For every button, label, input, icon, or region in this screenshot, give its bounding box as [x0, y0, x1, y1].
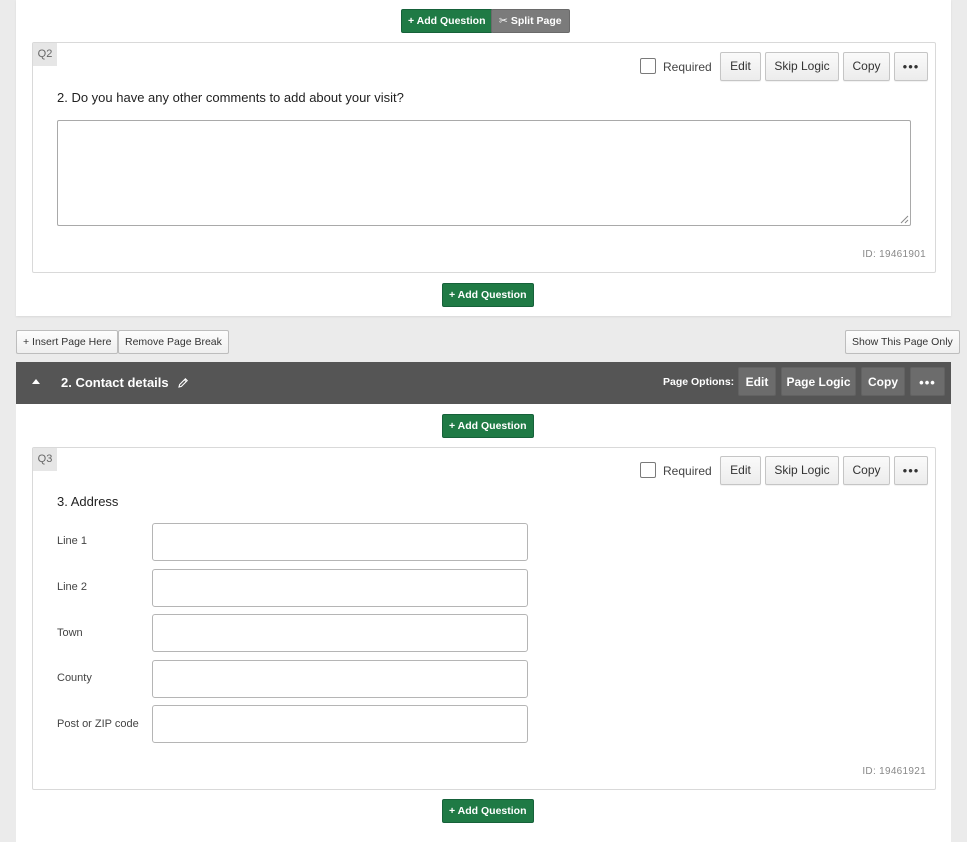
- address-postcode-label: Post or ZIP code: [57, 718, 139, 730]
- more-options-button[interactable]: •••: [894, 52, 928, 81]
- question-id: ID: 19461921: [862, 766, 926, 777]
- copy-question-button[interactable]: Copy: [843, 456, 890, 485]
- question-id: ID: 19461901: [862, 249, 926, 260]
- add-question-button[interactable]: + Add Question: [401, 9, 493, 33]
- ellipsis-icon: •••: [902, 59, 920, 74]
- ellipsis-icon: •••: [919, 375, 936, 390]
- address-line1-input[interactable]: [152, 523, 528, 561]
- add-question-button-page2-bottom[interactable]: + Add Question: [442, 799, 534, 823]
- page-header-bar: 2. Contact details Page Options: Edit Pa…: [16, 362, 951, 404]
- comments-textarea[interactable]: [57, 120, 911, 226]
- address-county-input[interactable]: [152, 660, 528, 698]
- page-options-label: Page Options:: [663, 376, 735, 388]
- show-this-page-only-button[interactable]: Show This Page Only: [845, 330, 960, 354]
- skip-logic-button[interactable]: Skip Logic: [765, 456, 839, 485]
- insert-page-here-button[interactable]: + Insert Page Here: [16, 330, 119, 354]
- add-question-button-bottom[interactable]: + Add Question: [442, 283, 534, 307]
- skip-logic-button[interactable]: Skip Logic: [765, 52, 839, 81]
- more-options-button[interactable]: •••: [894, 456, 928, 485]
- ellipsis-icon: •••: [902, 463, 920, 478]
- page-copy-button[interactable]: Copy: [861, 367, 905, 396]
- survey-page-1: + Add Question ✂ Split Page Q2 Required E…: [16, 0, 951, 316]
- address-line2-label: Line 2: [57, 581, 87, 593]
- question-number-badge: Q3: [33, 448, 57, 471]
- scissors-icon: ✂: [499, 15, 508, 27]
- question-title: 3. Address: [57, 494, 119, 509]
- question-card-q2: Q2 Required Edit Skip Logic Copy ••• 2. …: [32, 42, 936, 273]
- address-town-input[interactable]: [152, 614, 528, 652]
- copy-question-button[interactable]: Copy: [843, 52, 890, 81]
- resize-handle-icon[interactable]: [900, 215, 909, 224]
- page-logic-button[interactable]: Page Logic: [781, 367, 856, 396]
- page-title: 2. Contact details: [61, 375, 169, 390]
- required-checkbox[interactable]: [640, 462, 656, 478]
- required-label: Required: [663, 60, 712, 74]
- address-county-label: County: [57, 672, 92, 684]
- edit-question-button[interactable]: Edit: [720, 52, 761, 81]
- required-checkbox[interactable]: [640, 58, 656, 74]
- split-page-button[interactable]: ✂ Split Page: [491, 9, 570, 33]
- remove-page-break-button[interactable]: Remove Page Break: [118, 330, 229, 354]
- page-more-options-button[interactable]: •••: [910, 367, 945, 396]
- address-line1-label: Line 1: [57, 535, 87, 547]
- page-edit-button[interactable]: Edit: [738, 367, 776, 396]
- question-number-badge: Q2: [33, 43, 57, 66]
- edit-question-button[interactable]: Edit: [720, 456, 761, 485]
- pencil-icon[interactable]: [177, 377, 189, 389]
- address-line2-input[interactable]: [152, 569, 528, 607]
- add-question-button-page2-top[interactable]: + Add Question: [442, 414, 534, 438]
- question-card-q3: Q3 Required Edit Skip Logic Copy ••• 3. …: [32, 447, 936, 790]
- address-town-label: Town: [57, 627, 83, 639]
- required-label: Required: [663, 464, 712, 478]
- question-title: 2. Do you have any other comments to add…: [57, 90, 404, 105]
- caret-up-icon[interactable]: [32, 379, 40, 384]
- address-postcode-input[interactable]: [152, 705, 528, 743]
